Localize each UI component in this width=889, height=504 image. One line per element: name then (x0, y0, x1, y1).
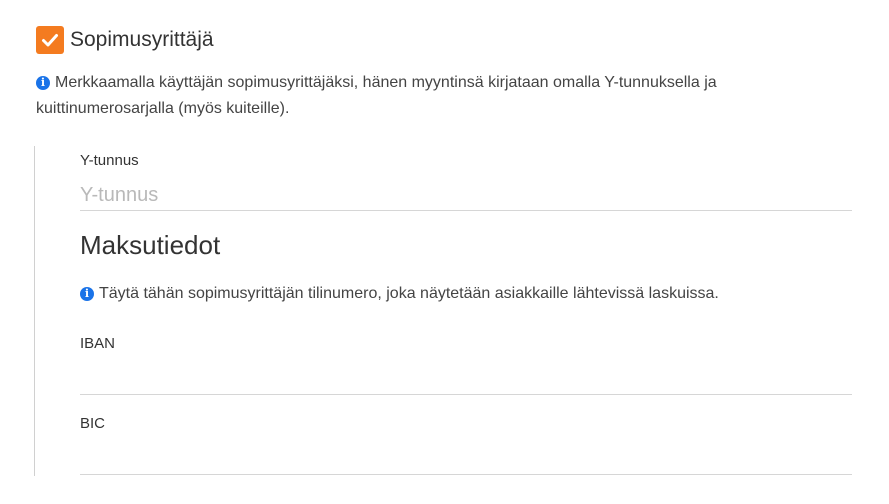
bic-label: BIC (80, 415, 106, 432)
info-icon: i (80, 287, 94, 301)
contractor-checkbox-row[interactable]: Sopimusyrittäjä (36, 26, 214, 54)
iban-input[interactable] (80, 364, 852, 395)
payment-info-text: Täytä tähän sopimusyrittäjän tilinumero,… (99, 285, 719, 302)
payment-heading: Maksutiedot (80, 230, 221, 260)
contractor-info-text: Merkkaamalla käyttäjän sopimusyrittäjäks… (36, 74, 717, 117)
section-divider (34, 146, 35, 476)
check-icon (42, 34, 58, 47)
payment-info: i Täytä tähän sopimusyrittäjän tilinumero… (80, 282, 719, 306)
bic-input[interactable] (80, 444, 852, 475)
ytunnus-label: Y-tunnus (80, 152, 139, 169)
contractor-checkbox[interactable] (36, 26, 64, 54)
ytunnus-input[interactable] (80, 180, 852, 211)
info-icon: i (36, 76, 50, 90)
contractor-settings-panel: Sopimusyrittäjä i Merkkaamalla käyttäjän … (0, 0, 889, 504)
contractor-checkbox-label[interactable]: Sopimusyrittäjä (70, 28, 214, 52)
iban-label: IBAN (80, 335, 116, 352)
contractor-info: i Merkkaamalla käyttäjän sopimusyrittäjäk… (36, 70, 856, 122)
